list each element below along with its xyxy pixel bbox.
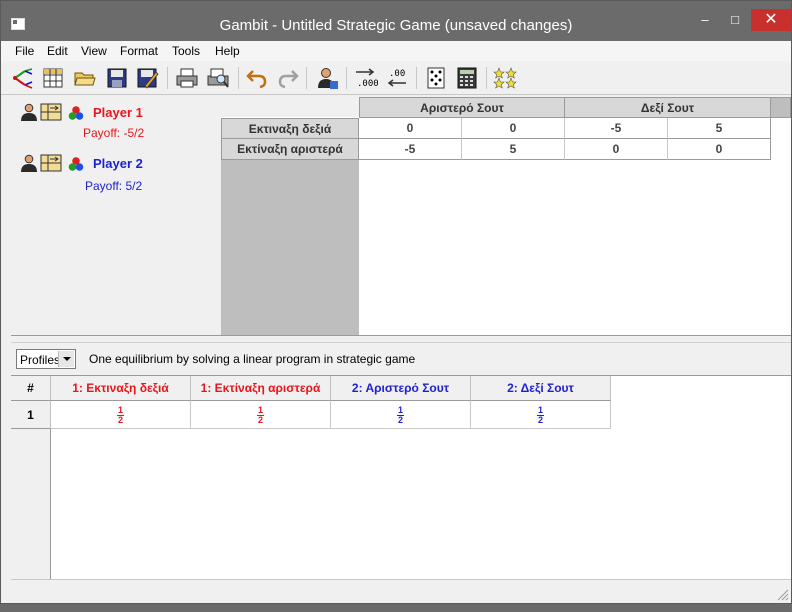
dominance-icon[interactable] [424,66,448,90]
matrix-corner [221,97,359,117]
minimize-button[interactable]: – [691,9,719,31]
player-2-payoff: Payoff: 5/2 [85,179,143,193]
profiles-select-value: Profiles [20,353,61,367]
profiles-column-header[interactable]: 2: Αριστερό Σουτ [331,376,471,401]
payoff-cell[interactable]: 0 [668,139,771,160]
fraction: 12 [536,406,544,425]
new-strategic-icon[interactable] [41,66,65,90]
decrease-precision-icon[interactable]: .00 [385,66,409,90]
profile-cell[interactable]: 12 [51,401,191,429]
toolbar-separator [416,67,417,89]
redo-icon[interactable] [276,66,300,90]
profile-cell[interactable]: 12 [331,401,471,429]
profiles-index-header: # [11,376,51,401]
payoff-cell[interactable]: -5 [565,118,668,139]
add-player-icon[interactable] [315,66,339,90]
menu-help[interactable]: Help [215,44,240,58]
equilibrium-message: One equilibrium by solving a linear prog… [89,352,416,366]
matrix-empty-rowheaders [221,159,359,335]
col-strategy-header[interactable]: Δεξί Σουτ [565,97,771,118]
col-header-filler [771,97,791,118]
panel-splitter[interactable] [11,335,791,343]
undo-icon[interactable] [245,66,269,90]
menu-tools[interactable]: Tools [172,44,200,58]
player-2-tools [20,154,86,172]
decimal-precision-icon[interactable]: .000 [354,66,378,90]
payoff-cell[interactable]: 0 [565,139,668,160]
col-strategy-header[interactable]: Αριστερό Σουτ [359,97,565,118]
payoff-cell[interactable]: 5 [462,139,565,160]
payoff-cell[interactable]: 0 [462,118,565,139]
profile-cell[interactable]: 12 [191,401,331,429]
player-icon[interactable] [20,154,38,172]
payoff-matrix: Αριστερό Σουτ Δεξί Σουτ Εκτιναξη δεξιά 0… [221,97,791,335]
app-window: Gambit - Untitled Strategic Game (unsave… [0,0,792,604]
menu-view[interactable]: View [81,44,107,58]
player-icon[interactable] [20,103,38,121]
toolbar-separator [306,67,307,89]
open-icon[interactable] [73,66,97,90]
resize-grip-icon[interactable] [775,587,789,601]
save-icon[interactable] [105,66,129,90]
toolbar-separator [486,67,487,89]
profile-cell[interactable]: 12 [471,401,611,429]
new-extensive-icon[interactable] [11,66,35,90]
player-1-payoff: Payoff: -5/2 [83,126,145,140]
menu-format[interactable]: Format [120,44,158,58]
close-button[interactable]: ✕ [751,9,791,31]
payoff-cell[interactable]: 5 [668,118,771,139]
status-bar [11,579,791,603]
fraction-denominator: 2 [117,415,123,425]
toolbar-separator [167,67,168,89]
print-preview-icon[interactable] [206,66,230,90]
player-1-tools [20,103,86,121]
strategy-table-icon[interactable] [40,154,62,172]
fraction-denominator: 2 [397,415,403,425]
profiles-toolbar: Profiles One equilibrium by solving a li… [11,343,791,375]
fraction: 12 [396,406,404,425]
print-icon[interactable] [175,66,199,90]
title-bar[interactable]: Gambit - Untitled Strategic Game (unsave… [1,1,791,41]
player-color-icon[interactable] [68,156,84,172]
player-2-name[interactable]: Player 2 [93,156,143,171]
profiles-table: # 1: Εκτιναξη δεξιά 1: Εκτίναξη αριστερά… [11,375,791,580]
fraction: 12 [116,406,124,425]
row-strategy-header[interactable]: Εκτιναξη δεξιά [221,118,359,139]
menu-edit[interactable]: Edit [47,44,68,58]
profiles-select[interactable]: Profiles [16,349,76,369]
toolbar: .000 .00 [1,61,791,95]
nash-stars-icon[interactable] [493,66,517,90]
fraction-denominator: 2 [257,415,263,425]
payoff-cell[interactable]: -5 [359,139,462,160]
profiles-column-header[interactable]: 2: Δεξί Σουτ [471,376,611,401]
window-title: Gambit - Untitled Strategic Game (unsave… [219,17,573,34]
row-strategy-header[interactable]: Εκτίναξη αριστερά [221,139,359,160]
fraction-denominator: 2 [537,415,543,425]
save-as-icon[interactable] [135,66,159,90]
svg-text:.000: .000 [357,79,378,89]
toolbar-separator [238,67,239,89]
maximize-button[interactable]: □ [721,9,749,31]
chevron-down-icon[interactable] [58,351,74,367]
player-color-icon[interactable] [68,105,84,121]
menu-bar: File Edit View Format Tools Help [1,41,791,61]
payoff-cell[interactable]: 0 [359,118,462,139]
strategy-table-icon[interactable] [40,103,62,121]
calculator-icon[interactable] [455,66,479,90]
profiles-column-header[interactable]: 1: Εκτίναξη αριστερά [191,376,331,401]
toolbar-separator [346,67,347,89]
menu-file[interactable]: File [15,44,34,58]
fraction: 12 [256,406,264,425]
player-1-name[interactable]: Player 1 [93,105,143,120]
profiles-column-header[interactable]: 1: Εκτιναξη δεξιά [51,376,191,401]
svg-text:.00: .00 [389,69,405,79]
player-panel: Player 1 Payoff: -5/2 Player 2 Payoff: 5… [11,97,221,335]
profile-row-index[interactable]: 1 [11,401,51,429]
